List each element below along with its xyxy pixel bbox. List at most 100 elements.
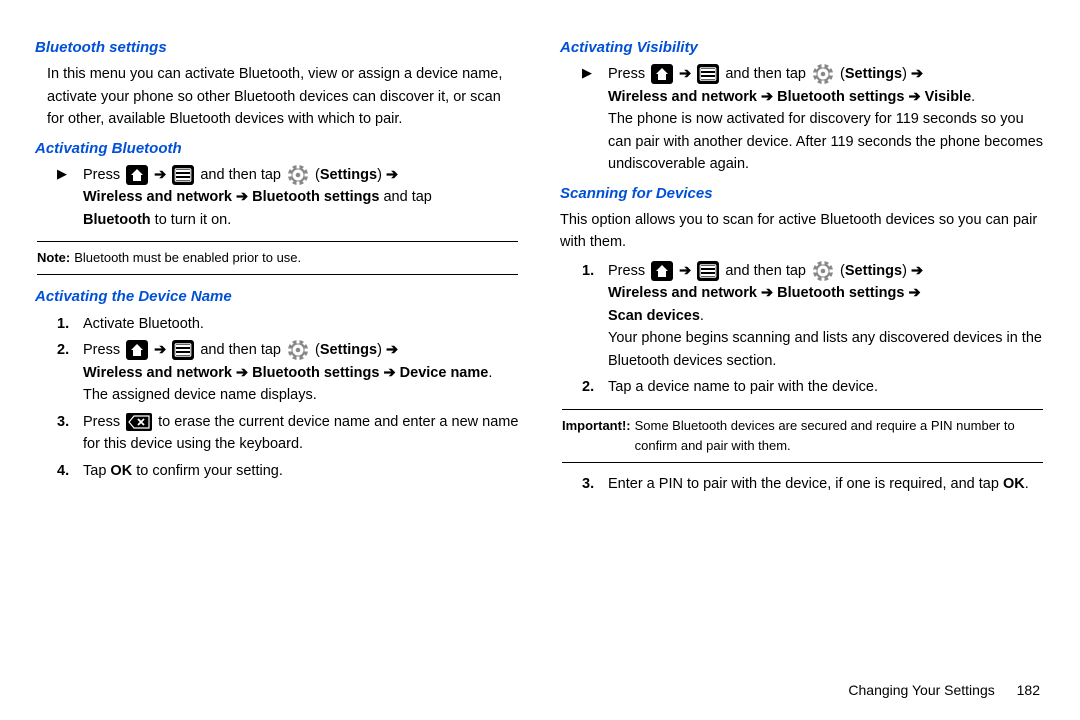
step-body: Tap OK to confirm your setting. xyxy=(83,460,520,482)
delete-icon xyxy=(126,413,152,431)
step-2: 2. Tap a device name to pair with the de… xyxy=(582,376,1045,398)
menu-icon xyxy=(172,340,194,360)
path-part: Wireless and network xyxy=(83,365,236,381)
step-1: 1. Activate Bluetooth. xyxy=(57,313,520,335)
step-number: 1. xyxy=(57,313,77,335)
text: Press xyxy=(83,414,124,430)
arrow-icon: ➔ xyxy=(761,285,773,301)
heading-activating-bluetooth: Activating Bluetooth xyxy=(35,137,520,160)
heading-bluetooth-settings: Bluetooth settings xyxy=(35,36,520,59)
gear-icon xyxy=(287,164,309,186)
heading-activating-device-name: Activating the Device Name xyxy=(35,285,520,308)
menu-icon xyxy=(697,64,719,84)
path-part: Bluetooth settings xyxy=(248,189,379,205)
scanning-intro: This option allows you to scan for activ… xyxy=(560,209,1045,254)
page-number: 182 xyxy=(1017,682,1040,698)
text: ) xyxy=(377,342,386,358)
text: and then tap xyxy=(200,342,285,358)
arrow-icon: ➔ xyxy=(908,285,920,301)
step-4: 4. Tap OK to confirm your setting. xyxy=(57,460,520,482)
step-body: Tap a device name to pair with the devic… xyxy=(608,376,1045,398)
path-part: Bluetooth xyxy=(83,212,151,228)
text: . xyxy=(700,308,704,324)
gear-icon xyxy=(812,260,834,282)
page-footer: Changing Your Settings 182 xyxy=(848,680,1040,702)
step-body: Press ➔ and then tap (Settings) ➔ Wirele… xyxy=(83,339,520,406)
left-column: Bluetooth settings In this menu you can … xyxy=(35,30,520,499)
text: ) xyxy=(377,167,386,183)
text: ) xyxy=(902,263,911,279)
home-icon xyxy=(126,165,148,185)
arrow-icon: ➔ xyxy=(236,365,248,381)
text: The assigned device name displays. xyxy=(83,387,317,403)
home-icon xyxy=(651,261,673,281)
path-part: Bluetooth settings xyxy=(773,89,908,105)
text: Tap xyxy=(83,463,110,479)
important-label: Important!: xyxy=(562,416,631,456)
step-number: 3. xyxy=(57,411,77,456)
step-number: 2. xyxy=(57,339,77,406)
arrow-icon: ➔ xyxy=(154,342,166,358)
text: The phone is now activated for discovery… xyxy=(608,111,1043,172)
text: . xyxy=(971,89,975,105)
bullet-icon: ▶ xyxy=(582,63,602,175)
footer-section: Changing Your Settings xyxy=(848,682,994,698)
step-1: 1. Press ➔ and then tap (Settings) ➔ Wir… xyxy=(582,260,1045,372)
settings-label: Settings xyxy=(845,66,902,82)
right-column: Activating Visibility ▶ Press ➔ and then… xyxy=(560,30,1045,499)
home-icon xyxy=(126,340,148,360)
menu-icon xyxy=(172,165,194,185)
arrow-icon: ➔ xyxy=(154,167,166,183)
text: Press xyxy=(608,66,649,82)
path-part: Device name xyxy=(396,365,489,381)
arrow-icon: ➔ xyxy=(386,167,398,183)
step-2: 2. Press ➔ and then tap (Settings) ➔ Wir… xyxy=(57,339,520,406)
arrow-icon: ➔ xyxy=(386,342,398,358)
arrow-icon: ➔ xyxy=(383,365,395,381)
step-number: 2. xyxy=(582,376,602,398)
note-label: Note: xyxy=(37,248,70,268)
path-part: Wireless and network xyxy=(608,285,761,301)
step-number: 1. xyxy=(582,260,602,372)
important-box: Important!: Some Bluetooth devices are s… xyxy=(562,409,1043,463)
step-body: Enter a PIN to pair with the device, if … xyxy=(608,473,1045,495)
arrow-icon: ➔ xyxy=(908,89,920,105)
step-number: 4. xyxy=(57,460,77,482)
text: Enter a PIN to pair with the device, if … xyxy=(608,476,1003,492)
text: Press xyxy=(83,167,124,183)
note-box: Note: Bluetooth must be enabled prior to… xyxy=(37,241,518,275)
arrow-icon: ➔ xyxy=(911,66,923,82)
gear-icon xyxy=(812,63,834,85)
step-3: 3. Press to erase the current device nam… xyxy=(57,411,520,456)
text: to confirm your setting. xyxy=(132,463,283,479)
heading-activating-visibility: Activating Visibility xyxy=(560,36,1045,59)
note-text: Bluetooth must be enabled prior to use. xyxy=(74,248,301,268)
ok-label: OK xyxy=(1003,476,1025,492)
text: ) xyxy=(902,66,911,82)
home-icon xyxy=(651,64,673,84)
arrow-icon: ➔ xyxy=(236,189,248,205)
path-part: Bluetooth settings xyxy=(248,365,383,381)
step-body: Press to erase the current device name a… xyxy=(83,411,520,456)
gear-icon xyxy=(287,339,309,361)
settings-label: Settings xyxy=(320,167,377,183)
step-activate-bt: ▶ Press ➔ and then tap (Settings) ➔ Wire… xyxy=(57,164,520,231)
step-body: Press ➔ and then tap (Settings) ➔ Wirele… xyxy=(608,260,1045,372)
text: Your phone begins scanning and lists any… xyxy=(608,330,1042,368)
path-part: Wireless and network xyxy=(83,189,236,205)
path-part: Bluetooth settings xyxy=(773,285,908,301)
intro-text: In this menu you can activate Bluetooth,… xyxy=(47,63,520,130)
text: Press xyxy=(608,263,649,279)
ok-label: OK xyxy=(110,463,132,479)
path-part: Visible xyxy=(921,89,972,105)
arrow-icon: ➔ xyxy=(911,263,923,279)
important-text: Some Bluetooth devices are secured and r… xyxy=(635,416,1043,456)
arrow-icon: ➔ xyxy=(761,89,773,105)
text: to turn it on. xyxy=(151,212,232,228)
step-3: 3. Enter a PIN to pair with the device, … xyxy=(582,473,1045,495)
arrow-icon: ➔ xyxy=(679,263,691,279)
step-number: 3. xyxy=(582,473,602,495)
path-part: Wireless and network xyxy=(608,89,761,105)
text: . xyxy=(1025,476,1029,492)
bullet-icon: ▶ xyxy=(57,164,77,231)
